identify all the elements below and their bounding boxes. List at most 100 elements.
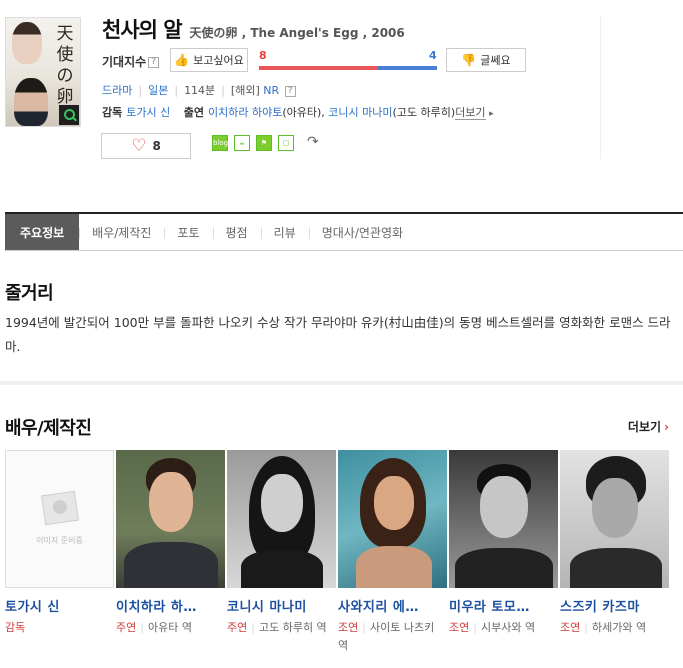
role-type: 조연 — [449, 621, 470, 634]
heart-icon: ♡ — [131, 135, 147, 156]
cast-card[interactable]: 이치하라 하… 주연 | 아유타 역 — [116, 450, 227, 655]
role-name: 아유타 역 — [147, 621, 192, 634]
cast-label: 출연 — [183, 106, 204, 119]
movie-meta: 드라마 | 일본 | 114분 | [해외] NR ? — [102, 82, 296, 98]
page-title: 천사의 알 — [102, 18, 183, 42]
actor-link[interactable]: 이치하라 하야토 — [208, 106, 282, 119]
role-type: 조연 — [338, 621, 359, 634]
cast-card[interactable]: 미우라 토모… 조연 | 시부사와 역 — [449, 450, 560, 655]
no-image-icon — [41, 490, 79, 526]
expectation-label-text: 기대지수 — [102, 55, 147, 69]
no-image-text: 이미지 준비중 — [36, 536, 83, 545]
photo-face — [261, 474, 303, 532]
role-name: 고도 하루히 역 — [258, 621, 327, 634]
share-icon[interactable]: ↷ — [307, 134, 319, 150]
role-type: 주연 — [116, 621, 137, 634]
age-rating-link[interactable]: NR — [263, 84, 279, 97]
director-link[interactable]: 토가시 신 — [126, 106, 170, 119]
cafe-share-icon[interactable]: ☕ — [234, 135, 250, 151]
chevron-right-icon: › — [664, 420, 669, 434]
cast-role: 조연 | 하세가와 역 — [560, 619, 664, 637]
rating-prefix: [해외] — [230, 84, 260, 97]
separator: | — [221, 84, 225, 97]
movie-subtitle: 天使の卵 , The Angel's Egg , 2006 — [189, 26, 405, 40]
meh-label: 글쎄요 — [480, 54, 511, 67]
meh-count: 4 — [429, 49, 437, 62]
tab-reviews[interactable]: 리뷰 — [260, 214, 309, 250]
cast-section-title: 배우/제작진 — [5, 418, 92, 439]
photo-face — [149, 472, 193, 532]
cast-name[interactable]: 이치하라 하… — [116, 596, 222, 615]
poster-title: 天使の卵 — [56, 24, 74, 107]
photo-body — [570, 548, 662, 588]
tab-ratings[interactable]: 평점 — [212, 214, 261, 250]
cast-card[interactable]: 스즈키 카즈마 조연 | 하세가와 역 — [560, 450, 671, 655]
actor-role: (아유타), — [282, 106, 325, 119]
cast-name[interactable]: 스즈키 카즈마 — [560, 596, 666, 615]
cast-name[interactable]: 토가시 신 — [5, 596, 111, 615]
photo-face — [480, 476, 528, 538]
actor-role: (고도 하루히) — [392, 106, 456, 119]
cast-name[interactable]: 코니시 마나미 — [227, 596, 333, 615]
no-image-placeholder[interactable]: 이미지 준비중 — [5, 450, 114, 588]
thumbs-up-icon: 👍 — [174, 53, 190, 67]
cast-list: 이미지 준비중 토가시 신 감독 이치하라 하… 주연 | 아유타 역 코니시 마나… — [5, 450, 671, 655]
synopsis-text: 1994년에 발간되어 100만 부를 돌파한 나오키 수상 작가 무라야마 유… — [5, 315, 671, 354]
tab-main-info[interactable]: 주요정보 — [5, 214, 80, 250]
credits-more-link[interactable]: 더보기 — [455, 106, 486, 120]
genre-link[interactable]: 드라마 — [102, 84, 132, 97]
bookmark-share-icon[interactable]: ⚑ — [256, 135, 272, 151]
separator: | — [251, 621, 255, 634]
tab-bar: 주요정보 배우/제작진 포토 평점 리뷰 명대사/연관영화 — [5, 212, 683, 251]
role-name: 시부사와 역 — [480, 621, 536, 634]
role-type: 조연 — [560, 621, 581, 634]
meh-button[interactable]: 👎 글쎄요 — [446, 48, 526, 72]
cast-name[interactable]: 미우라 토모… — [449, 596, 555, 615]
cast-name[interactable]: 사와지리 에… — [338, 596, 444, 615]
synopsis-title: 줄거리 — [5, 283, 54, 304]
blog-share-icon[interactable]: blog — [212, 135, 228, 151]
poster-figure-woman — [12, 22, 42, 64]
cast-photo[interactable] — [227, 450, 336, 588]
cast-photo[interactable] — [449, 450, 558, 588]
separator: | — [473, 621, 477, 634]
credits-row: 감독 토가시 신 출연 이치하라 하야토(아유타), 코니시 마나미(고도 하루히)… — [102, 104, 494, 120]
cast-more-link[interactable]: 더보기 › — [628, 418, 669, 435]
title-row: 천사의 알 天使の卵 , The Angel's Egg , 2006 — [102, 14, 405, 44]
cast-role: 주연 | 고도 하루히 역 — [227, 619, 331, 637]
photo-body — [455, 548, 553, 588]
want-count: 8 — [259, 49, 267, 62]
separator: | — [138, 84, 143, 97]
cast-card[interactable]: 이미지 준비중 토가시 신 감독 — [5, 450, 116, 655]
cast-photo[interactable] — [338, 450, 447, 588]
tab-cast-crew[interactable]: 배우/제작진 — [79, 214, 164, 250]
separator: | — [174, 84, 179, 97]
cast-role: 감독 — [5, 619, 109, 637]
chevron-right-icon: ▸ — [489, 109, 494, 119]
separator: | — [362, 621, 366, 634]
cast-role: 조연 | 사이토 나츠키 역 — [338, 619, 442, 655]
square-share-icon[interactable]: ▢ — [278, 135, 294, 151]
want-to-see-button[interactable]: 👍 보고싶어요 — [170, 48, 248, 72]
want-to-see-label: 보고싶어요 — [193, 54, 244, 67]
tab-photo[interactable]: 포토 — [164, 214, 212, 250]
tab-quotes-related[interactable]: 명대사/연관영화 — [308, 214, 416, 250]
movie-poster[interactable]: 天使の卵 — [5, 17, 81, 127]
help-icon[interactable]: ? — [284, 85, 296, 97]
country-link[interactable]: 일본 — [148, 84, 168, 97]
role-type: 주연 — [227, 621, 248, 634]
cast-card[interactable]: 코니시 마나미 주연 | 고도 하루히 역 — [227, 450, 338, 655]
photo-face — [592, 478, 638, 538]
help-icon[interactable]: ? — [148, 57, 160, 68]
actor-link[interactable]: 코니시 마나미 — [328, 106, 392, 119]
separator: | — [140, 621, 144, 634]
zoom-icon[interactable] — [59, 105, 79, 125]
cast-photo[interactable] — [116, 450, 225, 588]
role-name: 하세가와 역 — [591, 621, 647, 634]
cast-photo[interactable] — [560, 450, 669, 588]
photo-body — [241, 550, 323, 588]
like-button[interactable]: ♡ 8 — [101, 133, 191, 159]
cast-card[interactable]: 사와지리 에… 조연 | 사이토 나츠키 역 — [338, 450, 449, 655]
expectation-gauge-fill — [259, 66, 378, 70]
like-count: 8 — [152, 139, 161, 153]
